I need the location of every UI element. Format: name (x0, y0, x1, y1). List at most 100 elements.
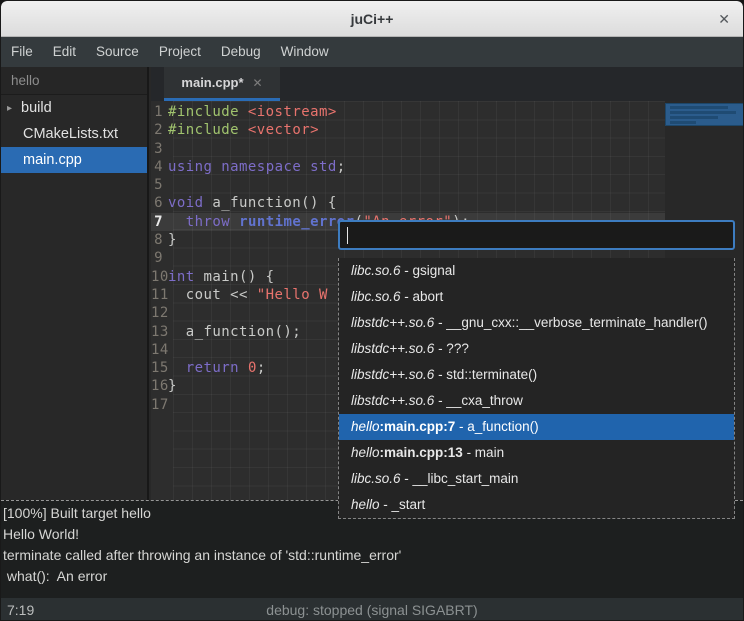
backtrace-location: :main.cpp:7 (380, 419, 456, 434)
tab-label: main.cpp* (181, 75, 243, 90)
sidebar: hello ▸build CMakeLists.txt main.cpp (1, 67, 149, 500)
line-number: 5 (151, 176, 168, 194)
backtrace-symbol: - abort (401, 289, 444, 304)
code-text (168, 176, 665, 194)
backtrace-item-3[interactable]: libstdc++.so.6 - ??? (339, 336, 734, 362)
status-bar: 7:19 debug: stopped (signal SIGABRT) (1, 598, 743, 621)
text-cursor (347, 227, 348, 244)
backtrace-location: :main.cpp:13 (380, 445, 463, 460)
backtrace-item-9[interactable]: hello - _start (339, 492, 734, 518)
backtrace-symbol: - ??? (434, 341, 469, 356)
project-header: hello (1, 67, 147, 95)
line-number: 6 (151, 194, 168, 212)
menu-item-source[interactable]: Source (86, 37, 149, 67)
backtrace-library: libstdc++.so.6 (351, 367, 434, 382)
line-number: 9 (151, 249, 168, 267)
popover-text-line (670, 111, 736, 114)
backtrace-symbol: - std::terminate() (434, 367, 537, 382)
backtrace-library: libc.so.6 (351, 471, 401, 486)
menubar: FileEditSourceProjectDebugWindow (1, 37, 743, 67)
backtrace-library: hello (351, 497, 380, 512)
backtrace-item-7[interactable]: hello:main.cpp:13 - main (339, 440, 734, 466)
backtrace-search-input[interactable] (338, 220, 735, 250)
backtrace-item-1[interactable]: libc.so.6 - abort (339, 284, 734, 310)
menu-item-debug[interactable]: Debug (211, 37, 271, 67)
tab-close-icon[interactable]: ✕ (253, 76, 263, 90)
backtrace-library: hello (351, 445, 380, 460)
backtrace-item-2[interactable]: libstdc++.so.6 - __gnu_cxx::__verbose_te… (339, 310, 734, 336)
line-number: 15 (151, 359, 168, 377)
backtrace-library: libc.so.6 (351, 263, 401, 278)
code-line-4[interactable]: 4using namespace std; (151, 158, 665, 176)
backtrace-symbol: - gsignal (401, 263, 456, 278)
backtrace-item-5[interactable]: libstdc++.so.6 - __cxa_throw (339, 388, 734, 414)
line-number: 7 (151, 213, 168, 231)
code-line-3[interactable]: 3 (151, 140, 665, 158)
popover-text-line (670, 121, 696, 124)
debug-status-label: debug: stopped (signal SIGABRT) (1, 598, 743, 621)
app-window: juCi++ ✕ FileEditSourceProjectDebugWindo… (0, 0, 744, 621)
line-number: 17 (151, 396, 168, 414)
backtrace-library: hello (351, 419, 380, 434)
backtrace-library: libstdc++.so.6 (351, 341, 434, 356)
backtrace-symbol: - a_function() (455, 419, 538, 434)
tree-item-cmakelists-txt[interactable]: CMakeLists.txt (1, 121, 147, 147)
backtrace-symbol: - __cxa_throw (434, 393, 523, 408)
tree-item-build[interactable]: ▸build (1, 95, 147, 121)
backtrace-symbol: - __libc_start_main (401, 471, 519, 486)
backtrace-item-6[interactable]: hello:main.cpp:7 - a_function() (339, 414, 734, 440)
backtrace-item-0[interactable]: libc.so.6 - gsignal (339, 258, 734, 284)
backtrace-list: libc.so.6 - gsignallibc.so.6 - abortlibs… (338, 258, 735, 519)
window-title: juCi++ (1, 1, 743, 37)
popover-text-line (670, 116, 718, 119)
backtrace-item-8[interactable]: libc.so.6 - __libc_start_main (339, 466, 734, 492)
line-number: 1 (151, 103, 168, 121)
code-line-1[interactable]: 1#include <iostream> (151, 103, 665, 121)
tab-bar: main.cpp* ✕ (151, 67, 743, 101)
backtrace-symbol: - __gnu_cxx::__verbose_terminate_handler… (434, 315, 707, 330)
debug-popover (665, 103, 743, 126)
menu-item-file[interactable]: File (1, 37, 43, 67)
output-line: Hello World! (3, 524, 743, 545)
output-line: terminate called after throwing an insta… (3, 545, 743, 566)
code-text: void a_function() { (168, 194, 665, 212)
code-text: using namespace std; (168, 158, 665, 176)
line-number: 11 (151, 286, 168, 304)
expander-icon[interactable]: ▸ (7, 103, 21, 114)
menu-item-project[interactable]: Project (149, 37, 211, 67)
popover-text-line (670, 106, 728, 109)
line-number: 10 (151, 268, 168, 286)
code-line-6[interactable]: 6void a_function() { (151, 194, 665, 212)
window-close-icon[interactable]: ✕ (718, 1, 730, 37)
tree-item-label: build (21, 100, 52, 116)
line-number: 16 (151, 377, 168, 395)
window-titlebar: juCi++ ✕ (1, 1, 743, 37)
code-line-5[interactable]: 5 (151, 176, 665, 194)
backtrace-popup: libc.so.6 - gsignallibc.so.6 - abortlibs… (338, 220, 735, 519)
tab-main-cpp[interactable]: main.cpp* ✕ (164, 67, 280, 101)
line-number: 8 (151, 231, 168, 249)
line-number: 13 (151, 323, 168, 341)
menu-item-window[interactable]: Window (271, 37, 339, 67)
line-number: 4 (151, 158, 168, 176)
code-text: #include <iostream> (168, 103, 665, 121)
line-number: 12 (151, 304, 168, 322)
tree-item-label: CMakeLists.txt (23, 126, 118, 142)
tree-item-main-cpp[interactable]: main.cpp (1, 147, 147, 173)
backtrace-symbol: - main (463, 445, 504, 460)
file-tree: ▸build CMakeLists.txt main.cpp (1, 95, 147, 173)
line-number: 3 (151, 140, 168, 158)
code-text (168, 140, 665, 158)
backtrace-library: libstdc++.so.6 (351, 315, 434, 330)
backtrace-item-4[interactable]: libstdc++.so.6 - std::terminate() (339, 362, 734, 388)
tree-item-label: main.cpp (23, 152, 82, 168)
code-line-2[interactable]: 2#include <vector> (151, 121, 665, 139)
line-number: 2 (151, 121, 168, 139)
line-number: 14 (151, 341, 168, 359)
code-text: #include <vector> (168, 121, 665, 139)
backtrace-symbol: - _start (380, 497, 426, 512)
backtrace-library: libc.so.6 (351, 289, 401, 304)
output-line: what(): An error (3, 566, 743, 587)
backtrace-library: libstdc++.so.6 (351, 393, 434, 408)
menu-item-edit[interactable]: Edit (43, 37, 86, 67)
